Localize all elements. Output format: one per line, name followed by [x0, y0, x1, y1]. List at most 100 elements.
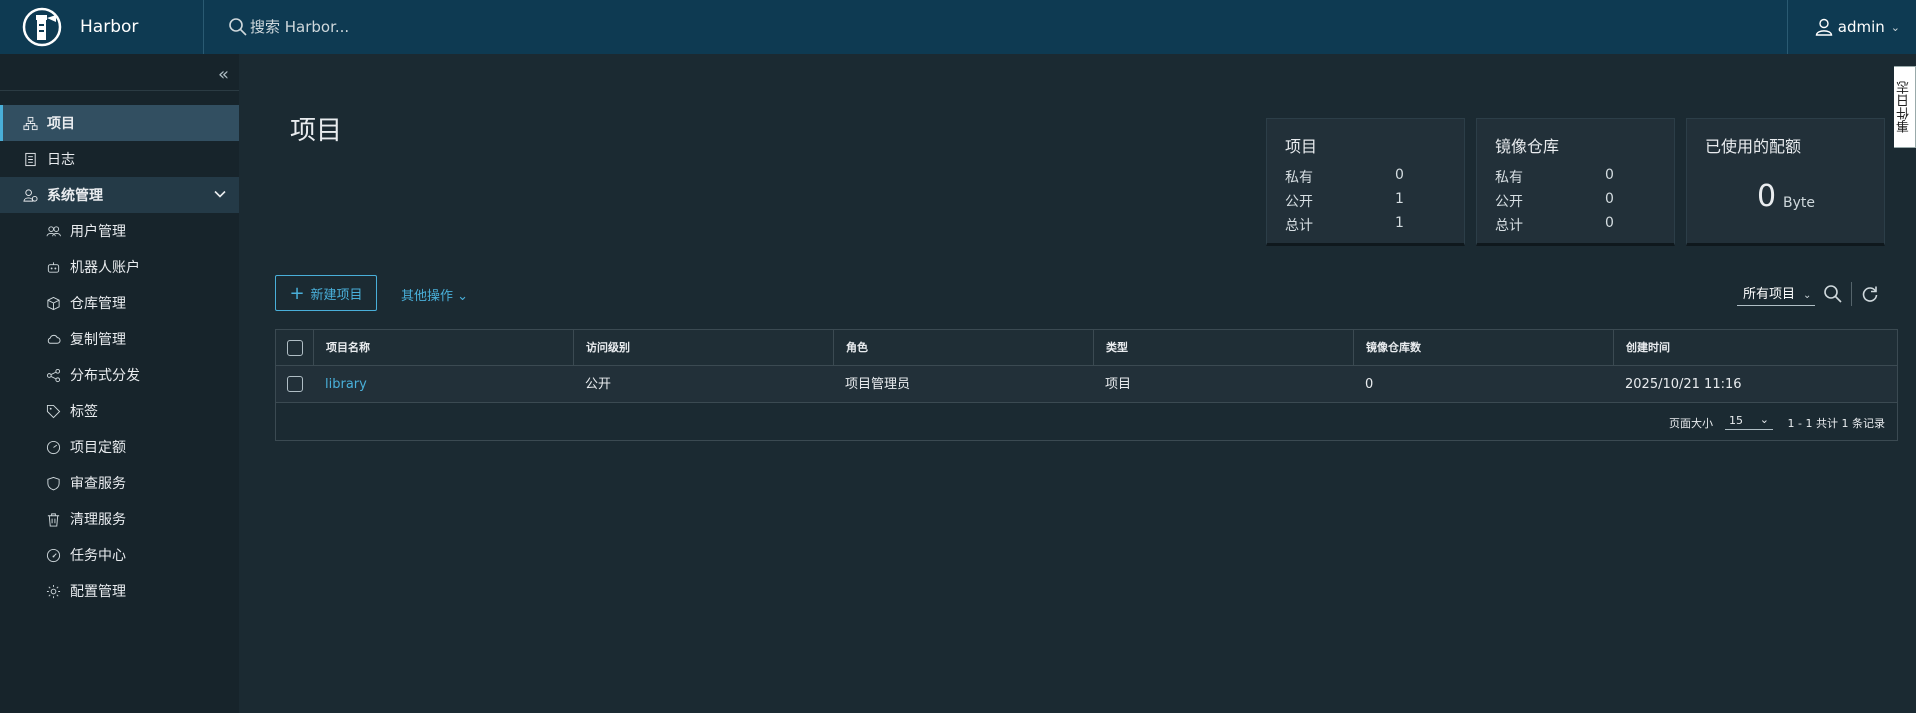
project-filter-select[interactable]: 所有项目 ⌄	[1737, 283, 1816, 306]
projects-table: 项目名称 访问级别 角色 类型 镜像仓库数 创建时间 library 公开 项目…	[275, 329, 1898, 441]
project-filter: 所有项目 ⌄	[1737, 282, 1880, 306]
column-header-role[interactable]: 角色	[833, 330, 868, 366]
sidebar: « 项目 日志 系统管理 用户管理 机器人账户 仓库管理 复制管理 分布式分发 …	[0, 54, 239, 713]
column-header-repo-count[interactable]: 镜像仓库数	[1353, 330, 1421, 366]
sidebar-item-configuration[interactable]: 配置管理	[0, 573, 239, 609]
refresh-icon[interactable]	[1860, 284, 1880, 304]
private-projects-row: 私有 0	[1285, 167, 1404, 186]
public-repos-row: 公开 0	[1495, 191, 1614, 210]
sidebar-item-clean-up[interactable]: 清理服务	[0, 501, 239, 537]
top-header: Harbor admin ⌄	[0, 0, 1916, 54]
username: admin	[1837, 18, 1885, 36]
replication-icon	[45, 331, 61, 347]
search-icon	[229, 18, 247, 36]
brand[interactable]: Harbor	[0, 0, 204, 54]
sidebar-item-label: 用户管理	[70, 224, 126, 240]
quota-icon	[45, 439, 61, 455]
brand-name: Harbor	[80, 17, 139, 37]
search-icon[interactable]	[1823, 284, 1843, 304]
sidebar-item-label: 清理服务	[70, 512, 126, 528]
harbor-logo-icon	[22, 7, 62, 47]
created-time-cell: 2025/10/21 11:16	[1625, 377, 1742, 392]
column-header-created[interactable]: 创建时间	[1613, 330, 1670, 366]
sidebar-item-registries[interactable]: 仓库管理	[0, 285, 239, 321]
chevron-down-icon: ⌄	[457, 289, 469, 304]
role-cell: 项目管理员	[845, 377, 911, 392]
global-search	[228, 0, 550, 54]
trash-icon	[45, 511, 61, 527]
sidebar-item-label: 配置管理	[70, 584, 126, 600]
new-project-label: 新建项目	[310, 287, 363, 303]
pagination-info: 1 - 1 共计 1 条记录	[1787, 417, 1885, 430]
sidebar-item-label: 任务中心	[70, 548, 126, 564]
tag-icon	[45, 403, 61, 419]
sidebar-item-label: 日志	[47, 152, 75, 168]
shield-icon	[45, 475, 61, 491]
sidebar-group-admin[interactable]: 系统管理	[0, 177, 239, 213]
access-level-cell: 公开	[585, 377, 612, 392]
table-row[interactable]: library 公开 项目管理员 项目 0 2025/10/21 11:16	[276, 366, 1897, 403]
column-header-name[interactable]: 项目名称	[313, 330, 370, 366]
private-repos-row: 私有 0	[1495, 167, 1614, 186]
distribution-icon	[45, 367, 61, 383]
sidebar-nav: 项目 日志 系统管理 用户管理 机器人账户 仓库管理 复制管理 分布式分发 标签…	[0, 105, 239, 609]
other-actions-label: 其他操作	[401, 289, 454, 304]
card-title: 已使用的配额	[1705, 137, 1802, 156]
sidebar-item-logs[interactable]: 日志	[0, 141, 239, 177]
gear-icon	[45, 583, 61, 599]
card-title: 镜像仓库	[1495, 137, 1560, 156]
page-title: 项目	[290, 116, 343, 146]
divider	[1851, 282, 1853, 306]
select-all-checkbox[interactable]	[287, 340, 303, 356]
sidebar-item-label: 系统管理	[47, 188, 103, 204]
dashboard-icon	[45, 547, 61, 563]
sidebar-item-labels[interactable]: 标签	[0, 393, 239, 429]
search-input[interactable]	[250, 18, 550, 36]
sidebar-item-label: 标签	[70, 404, 98, 420]
quota-usage-card: 已使用的配额 0 Byte	[1686, 118, 1885, 246]
quota-value: 0	[1757, 179, 1777, 214]
column-header-type[interactable]: 类型	[1093, 330, 1128, 366]
divider	[0, 90, 239, 91]
collapse-sidebar-icon[interactable]: «	[218, 64, 229, 85]
sidebar-item-label: 审查服务	[70, 476, 126, 492]
sidebar-item-robot-accounts[interactable]: 机器人账户	[0, 249, 239, 285]
sidebar-item-interrogation[interactable]: 审查服务	[0, 465, 239, 501]
event-log-tab[interactable]: 事件日志	[1894, 66, 1916, 148]
projects-icon	[22, 115, 38, 131]
sidebar-item-job-service[interactable]: 任务中心	[0, 537, 239, 573]
project-name-cell: library	[313, 366, 367, 403]
chevron-down-icon: ⌄	[1803, 289, 1812, 301]
sidebar-item-label: 分布式分发	[70, 368, 140, 384]
table-header: 项目名称 访问级别 角色 类型 镜像仓库数 创建时间	[276, 330, 1897, 366]
users-icon	[45, 223, 61, 239]
sidebar-item-distribution[interactable]: 分布式分发	[0, 357, 239, 393]
sidebar-item-users[interactable]: 用户管理	[0, 213, 239, 249]
sidebar-item-project-quotas[interactable]: 项目定额	[0, 429, 239, 465]
new-project-button[interactable]: + 新建项目	[275, 275, 377, 311]
sidebar-item-label: 项目	[47, 116, 75, 132]
page-size-select[interactable]: 15 ⌄	[1725, 411, 1773, 430]
repositories-summary-card: 镜像仓库 私有 0 公开 0 总计 0	[1476, 118, 1675, 246]
projects-summary-card: 项目 私有 0 公开 1 总计 1	[1266, 118, 1465, 246]
other-actions-dropdown[interactable]: 其他操作 ⌄	[401, 285, 468, 304]
sidebar-item-projects[interactable]: 项目	[0, 105, 239, 141]
column-header-access[interactable]: 访问级别	[573, 330, 630, 366]
robot-icon	[45, 259, 61, 275]
total-repos-row: 总计 0	[1495, 215, 1614, 234]
repo-count-cell: 0	[1365, 377, 1374, 392]
sidebar-item-replications[interactable]: 复制管理	[0, 321, 239, 357]
header-right: admin ⌄	[1786, 0, 1916, 54]
sidebar-item-label: 复制管理	[70, 332, 126, 348]
chevron-down-icon: ⌄	[1890, 20, 1900, 34]
row-checkbox[interactable]	[287, 376, 303, 392]
card-title: 项目	[1285, 137, 1318, 156]
chevron-down-icon	[214, 190, 226, 198]
sidebar-item-label: 项目定额	[70, 440, 126, 456]
project-link[interactable]: library	[325, 377, 367, 392]
user-menu[interactable]: admin ⌄	[1814, 17, 1900, 37]
type-cell: 项目	[1105, 377, 1132, 392]
user-icon	[1815, 18, 1833, 36]
page-size-label: 页面大小	[1669, 417, 1713, 430]
admin-icon	[22, 187, 38, 203]
